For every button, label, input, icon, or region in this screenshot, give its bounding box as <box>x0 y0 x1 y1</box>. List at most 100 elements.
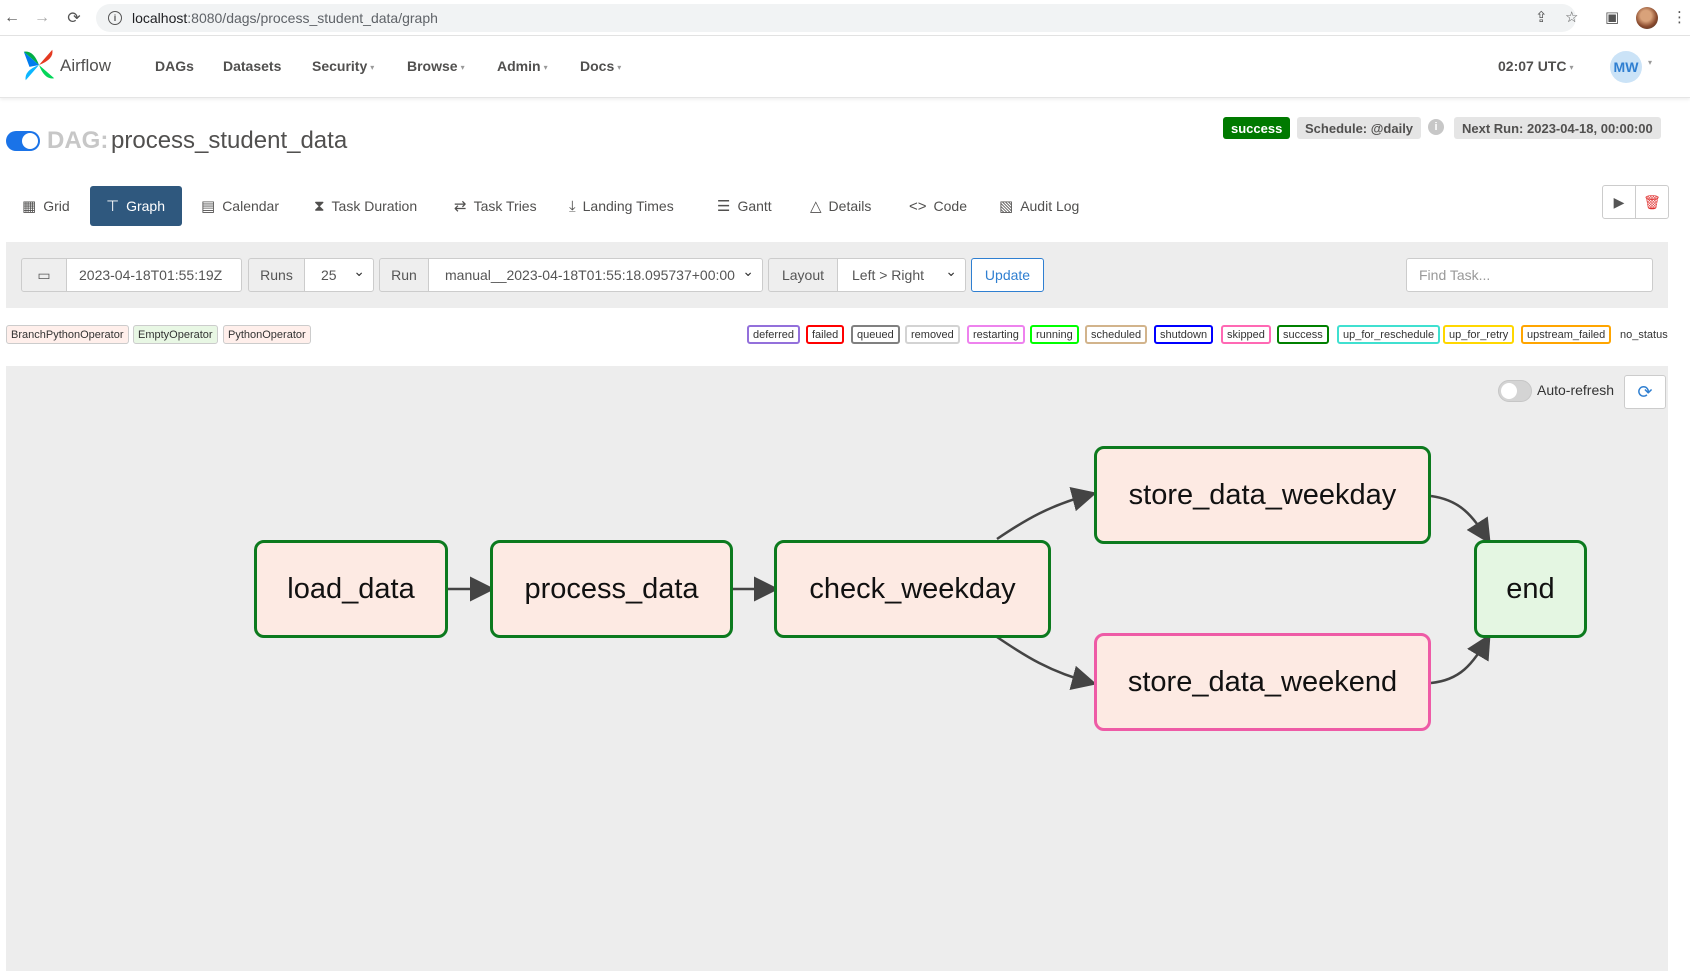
gantt-icon: ☰ <box>717 198 731 215</box>
share-icon[interactable]: ⇪ <box>1535 8 1548 26</box>
legend-state-queued[interactable]: queued <box>851 325 900 344</box>
tab-task-tries[interactable]: ⇄ Task Tries <box>438 186 553 226</box>
task-node-process-data[interactable]: process_data <box>490 540 733 638</box>
status-badge: success <box>1223 117 1291 139</box>
tab-details[interactable]: △ Details <box>794 186 887 226</box>
refresh-icon: ⟳ <box>1637 381 1653 402</box>
tab-task-tries-label: Task Tries <box>473 198 537 214</box>
chevron-down-icon: ▾ <box>370 62 375 72</box>
task-node-load-data[interactable]: load_data <box>254 540 448 638</box>
legend-state-upstream-failed[interactable]: upstream_failed <box>1521 325 1612 344</box>
landing-icon: ⤓ <box>569 197 576 215</box>
legend-state-up-for-reschedule[interactable]: up_for_reschedule <box>1337 325 1441 344</box>
grid-icon: ▦ <box>22 198 37 215</box>
trigger-dag-button[interactable]: ▶ <box>1602 185 1636 219</box>
schedule-badge: Schedule: @daily <box>1297 117 1422 139</box>
tab-landing-times-label: Landing Times <box>582 198 674 214</box>
legend-state-failed[interactable]: failed <box>806 325 845 344</box>
tab-gantt[interactable]: ☰ Gantt <box>701 186 788 226</box>
tab-task-duration-label: Task Duration <box>331 198 418 214</box>
menu-docs[interactable]: Docs ▾ <box>580 58 621 74</box>
run-select-value: manual__2023-04-18T01:55:18.095737+00:00 <box>445 267 735 283</box>
base-date-input[interactable]: 2023-04-18T01:55:19Z <box>66 258 242 292</box>
dag-label: DAG: <box>47 127 109 154</box>
menu-admin[interactable]: Admin ▾ <box>497 58 548 74</box>
delete-dag-button[interactable]: 🗑 <box>1635 185 1669 219</box>
legend-state-shutdown[interactable]: shutdown <box>1154 325 1214 344</box>
tab-graph[interactable]: ⊤ Graph <box>90 186 182 226</box>
reload-icon[interactable]: ⟳ <box>62 6 86 30</box>
clock-text: 02:07 UTC <box>1498 58 1567 74</box>
legend-state-restarting[interactable]: restarting <box>967 325 1025 344</box>
clock-utc[interactable]: 02:07 UTC ▾ <box>1498 58 1573 74</box>
menu-datasets[interactable]: Datasets <box>223 58 281 74</box>
auto-refresh-toggle[interactable] <box>1498 380 1532 402</box>
dag-title: process_student_data <box>111 127 348 154</box>
legend-state-success[interactable]: success <box>1277 325 1329 344</box>
chevron-down-icon: ▾ <box>617 62 622 72</box>
tab-graph-label: Graph <box>126 198 165 214</box>
warning-icon: △ <box>810 198 822 215</box>
legend-state-no-status[interactable]: no_status <box>1616 325 1672 344</box>
menu-browse[interactable]: Browse ▾ <box>407 58 465 74</box>
tab-details-label: Details <box>828 198 872 214</box>
legend-state-skipped[interactable]: skipped <box>1221 325 1271 344</box>
back-icon[interactable]: ← <box>0 6 24 30</box>
next-run-badge: Next Run: 2023-04-18, 00:00:00 <box>1454 117 1661 139</box>
menu-dags[interactable]: DAGs <box>155 58 194 74</box>
layout-select-value: Left > Right <box>852 267 924 283</box>
legend-state-removed[interactable]: removed <box>905 325 960 344</box>
legend-state-deferred[interactable]: deferred <box>747 325 800 344</box>
user-avatar[interactable]: MW <box>1610 51 1642 83</box>
trash-icon: 🗑 <box>1643 193 1661 210</box>
hourglass-icon: ⧗ <box>314 197 325 215</box>
chevron-down-icon[interactable]: ▾ <box>1648 58 1652 67</box>
calendar-icon: ▤ <box>201 198 216 215</box>
side-panel-icon[interactable]: ▣ <box>1605 8 1619 26</box>
airflow-navbar: Airflow DAGs Datasets Security ▾ Browse ▾ … <box>0 36 1690 98</box>
chevron-down-icon: ▾ <box>460 62 465 72</box>
tab-calendar[interactable]: ▤ Calendar <box>185 186 295 226</box>
address-bar[interactable]: i localhost:8080/dags/process_student_da… <box>96 4 1576 32</box>
tab-audit-log[interactable]: ▧ Audit Log <box>983 186 1095 226</box>
menu-security-label: Security <box>312 58 368 74</box>
find-task-input[interactable] <box>1406 258 1653 292</box>
dag-pause-toggle[interactable] <box>6 131 40 151</box>
legend-state-running[interactable]: running <box>1030 325 1079 344</box>
task-node-end[interactable]: end <box>1474 540 1587 638</box>
tab-code[interactable]: <> Code <box>893 186 983 226</box>
tab-task-duration[interactable]: ⧗ Task Duration <box>298 186 433 226</box>
menu-docs-label: Docs <box>580 58 615 74</box>
runs-select-value: 25 <box>321 267 337 283</box>
legend-state-scheduled[interactable]: scheduled <box>1085 325 1148 344</box>
menu-admin-label: Admin <box>497 58 541 74</box>
tab-grid-label: Grid <box>43 198 70 214</box>
menu-security[interactable]: Security ▾ <box>312 58 374 74</box>
task-node-check-weekday[interactable]: check_weekday <box>774 540 1051 638</box>
site-info-icon[interactable]: i <box>108 11 122 25</box>
brand-name[interactable]: Airflow <box>60 56 111 76</box>
airflow-logo-icon[interactable] <box>20 46 58 84</box>
play-icon: ▶ <box>1613 193 1625 210</box>
task-node-store-data-weekday[interactable]: store_data_weekday <box>1094 446 1431 544</box>
refresh-button[interactable]: ⟳ <box>1624 375 1666 409</box>
layout-select[interactable]: Left > Right <box>837 258 966 292</box>
runs-select[interactable]: 25 <box>304 258 374 292</box>
menu-browse-label: Browse <box>407 58 458 74</box>
update-button[interactable]: Update <box>971 258 1044 292</box>
graph-icon: ⊤ <box>106 198 120 215</box>
browser-profile-avatar[interactable] <box>1636 7 1658 29</box>
task-node-store-data-weekend[interactable]: store_data_weekend <box>1094 633 1431 731</box>
calendar-icon[interactable]: ▭ <box>21 258 67 292</box>
url-host: localhost <box>132 10 188 26</box>
forward-icon[interactable]: → <box>30 6 54 30</box>
code-icon: <> <box>909 197 927 215</box>
tab-grid[interactable]: ▦ Grid <box>6 186 86 226</box>
legend-state-up-for-retry[interactable]: up_for_retry <box>1443 325 1515 344</box>
run-select[interactable]: manual__2023-04-18T01:55:18.095737+00:00 <box>428 258 763 292</box>
browser-menu-icon[interactable]: ⋮ <box>1672 8 1687 26</box>
tab-landing-times[interactable]: ⤓ Landing Times <box>553 186 690 226</box>
run-label: Run <box>379 258 429 292</box>
bookmark-star-icon[interactable]: ☆ <box>1565 8 1578 26</box>
info-icon[interactable]: i <box>1428 119 1444 135</box>
